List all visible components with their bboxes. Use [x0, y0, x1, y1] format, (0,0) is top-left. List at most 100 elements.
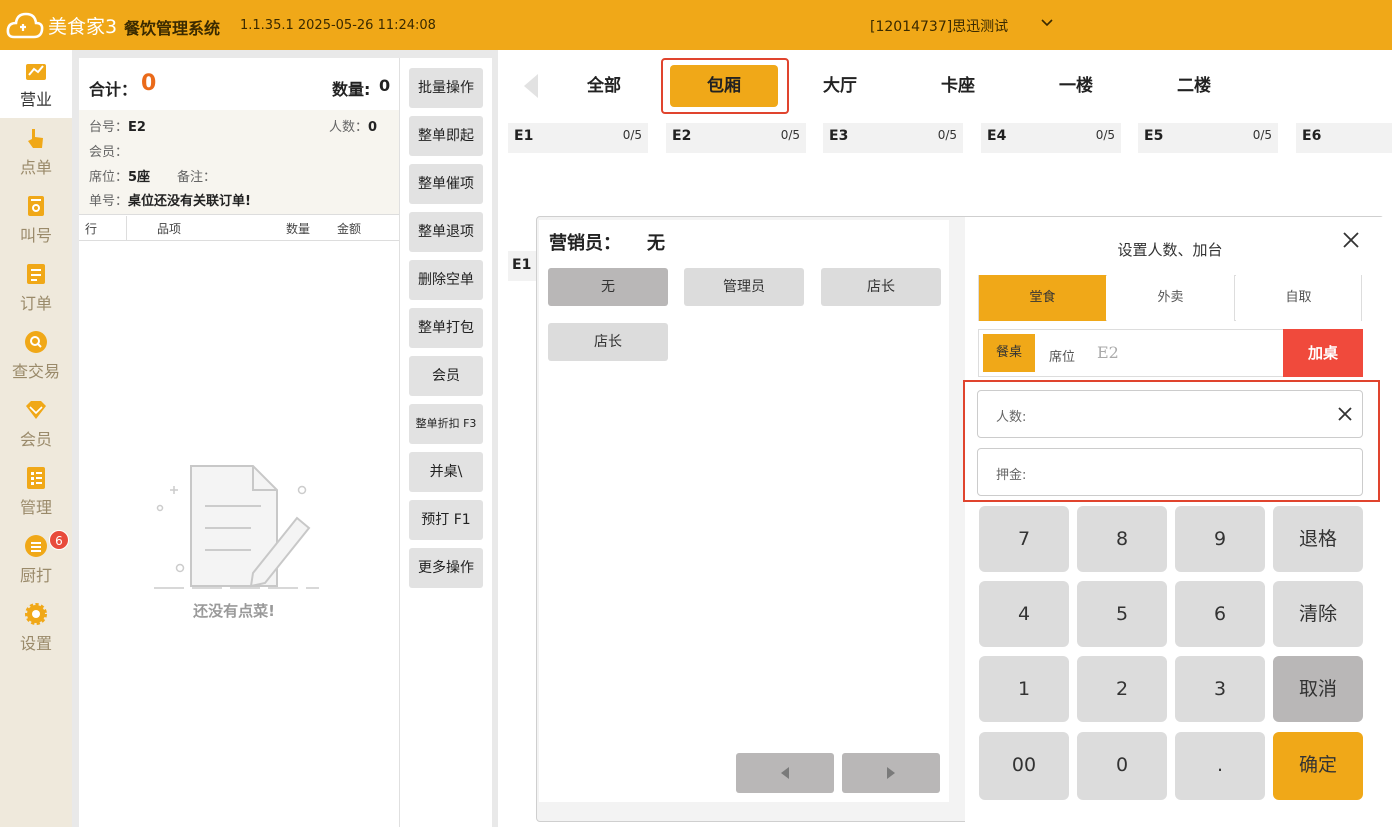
prev-page-button[interactable]	[736, 753, 834, 793]
bill-value: 桌位还没有关联订单!	[128, 194, 251, 209]
qty-value: 0	[379, 76, 391, 95]
delete-empty-button[interactable]: 删除空单	[409, 260, 483, 300]
return-all-button[interactable]: 整单退项	[409, 212, 483, 252]
highlight-box	[661, 58, 789, 114]
batch-operation-button[interactable]: 批量操作	[409, 68, 483, 108]
scroll-left-icon[interactable]	[522, 72, 540, 100]
notification-badge: 6	[49, 530, 69, 550]
list-icon	[27, 264, 45, 284]
dialog-title: 设置人数、加台	[1117, 241, 1223, 259]
meal-table-tag: 餐桌	[983, 334, 1035, 372]
arrow-left-icon	[781, 767, 789, 779]
deposit-input[interactable]: 押金:	[977, 448, 1363, 496]
hand-pointer-icon	[28, 129, 43, 148]
table-body	[508, 281, 538, 359]
remark-label: 备注：	[177, 170, 217, 185]
key-1[interactable]: 1	[979, 656, 1069, 722]
merge-table-button[interactable]: 并桌\	[409, 452, 483, 492]
qty-label: 数量:	[332, 80, 371, 99]
empty-document-icon	[154, 465, 319, 589]
arrow-right-icon	[887, 767, 895, 779]
key-2[interactable]: 2	[1077, 656, 1167, 722]
action-column: 批量操作 整单即起 整单催项 整单退项 删除空单 整单打包 会员 整单折扣 F3…	[399, 58, 492, 827]
clear-button[interactable]: 清除	[1273, 581, 1363, 647]
key-3[interactable]: 3	[1175, 656, 1265, 722]
sidebar-item-call-number[interactable]: 叫号	[0, 186, 72, 254]
key-00[interactable]: 00	[979, 732, 1069, 800]
diamond-icon	[26, 401, 46, 419]
tab-hall[interactable]: 大厅	[786, 65, 894, 107]
table-name: E6	[1302, 128, 1322, 144]
more-operations-button[interactable]: 更多操作	[409, 548, 483, 588]
pre-print-button[interactable]: 预打 F1	[409, 500, 483, 540]
chevron-down-icon[interactable]	[1040, 16, 1054, 30]
key-7[interactable]: 7	[979, 506, 1069, 572]
cloud-logo-icon	[6, 12, 44, 39]
key-6[interactable]: 6	[1175, 581, 1265, 647]
sidebar-item-member[interactable]: 会员	[0, 390, 72, 458]
key-dot[interactable]: .	[1175, 732, 1265, 800]
close-icon[interactable]	[1342, 231, 1360, 249]
table-count: 0/5	[1095, 128, 1115, 142]
sidebar-item-label: 营业	[19, 90, 52, 109]
sidebar-item-transactions[interactable]: 查交易	[0, 322, 72, 390]
sidebar-item-settings[interactable]: 设置	[0, 594, 72, 662]
system-title: 餐饮管理系统	[124, 19, 221, 38]
version-text: 1.1.35.1 2025-05-26 11:24:08	[240, 18, 436, 33]
store-selector[interactable]: [12014737]思迅测试	[870, 16, 1008, 36]
salesperson-admin[interactable]: 管理员	[684, 268, 804, 306]
sidebar-item-order[interactable]: 点单	[0, 118, 72, 186]
confirm-button[interactable]: 确定	[1273, 732, 1363, 800]
salesperson-manager[interactable]: 店长	[821, 268, 941, 306]
table-count: 0/5	[1252, 128, 1272, 142]
key-4[interactable]: 4	[979, 581, 1069, 647]
sidebar-item-manage[interactable]: 管理	[0, 458, 72, 526]
sidebar-item-label: 厨打	[19, 566, 52, 585]
order-panel: 合计： 0 数量: 0 台号：E2 人数：0 会员： 席位：5座 备注： 单号：…	[79, 58, 399, 827]
empty-text: 还没有点菜!	[193, 602, 275, 620]
table-value: E2	[128, 120, 146, 135]
search-icon	[25, 331, 47, 353]
member-button[interactable]: 会员	[409, 356, 483, 396]
mode-pickup[interactable]: 自取	[1236, 275, 1361, 321]
sidebar-item-business[interactable]: 营业	[0, 50, 72, 118]
pack-all-button[interactable]: 整单打包	[409, 308, 483, 348]
add-table-button[interactable]: 加桌	[1283, 329, 1363, 377]
order-info: 台号：E2 人数：0 会员： 席位：5座 备注： 单号：桌位还没有关联订单!	[79, 110, 399, 214]
salesperson-none[interactable]: 无	[548, 268, 668, 306]
next-page-button[interactable]	[842, 753, 940, 793]
cancel-button[interactable]: 取消	[1273, 656, 1363, 722]
key-5[interactable]: 5	[1077, 581, 1167, 647]
tab-floor-2[interactable]: 二楼	[1140, 65, 1248, 107]
app-header: 美食家3 餐饮管理系统 1.1.35.1 2025-05-26 11:24:08…	[0, 0, 1392, 50]
seat-value: 5座	[128, 170, 151, 185]
tab-floor-1[interactable]: 一楼	[1022, 65, 1130, 107]
column-header-qty: 数量	[286, 222, 311, 236]
start-all-button[interactable]: 整单即起	[409, 116, 483, 156]
seat-label: 席位	[1049, 350, 1076, 365]
people-input[interactable]: 人数:	[977, 390, 1363, 438]
table-name: E5	[1144, 128, 1164, 144]
checklist-icon	[27, 467, 45, 489]
member-label: 会员：	[89, 145, 129, 160]
key-8[interactable]: 8	[1077, 506, 1167, 572]
key-9[interactable]: 9	[1175, 506, 1265, 572]
discount-all-button[interactable]: 整单折扣 F3	[409, 404, 483, 444]
salesperson-manager-2[interactable]: 店长	[548, 323, 668, 361]
tab-all[interactable]: 全部	[550, 65, 658, 107]
mode-dine-in[interactable]: 堂食	[979, 275, 1106, 321]
column-header-row: 行	[85, 222, 98, 236]
table-count: 0/5	[937, 128, 957, 142]
backspace-button[interactable]: 退格	[1273, 506, 1363, 572]
sidebar-item-kitchen-print[interactable]: 厨打 6	[0, 526, 72, 594]
sidebar-item-orders[interactable]: 订单	[0, 254, 72, 322]
clear-icon[interactable]	[1338, 407, 1352, 421]
sidebar-item-label: 叫号	[19, 226, 52, 245]
table-card-row2[interactable]: E1	[508, 251, 538, 359]
mode-takeout[interactable]: 外卖	[1107, 275, 1235, 321]
urge-all-button[interactable]: 整单催项	[409, 164, 483, 204]
total-value: 0	[141, 71, 157, 96]
tab-booth[interactable]: 卡座	[904, 65, 1012, 107]
people-value: 0	[368, 120, 378, 135]
key-0[interactable]: 0	[1077, 732, 1167, 800]
